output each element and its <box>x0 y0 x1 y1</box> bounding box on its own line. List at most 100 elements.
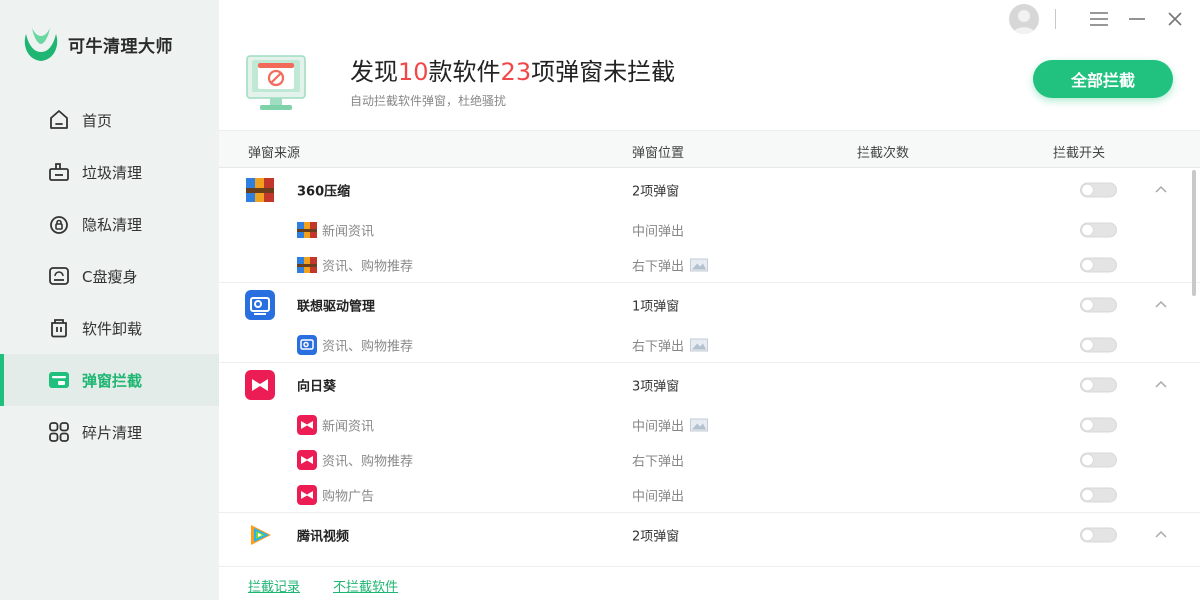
archive-icon <box>297 220 317 240</box>
sidebar-item-label: C盘瘦身 <box>82 267 138 286</box>
table-row: 购物广告 中间弹出 <box>219 477 1200 512</box>
sidebar-item-label: 弹窗拦截 <box>82 371 143 390</box>
block-toggle[interactable] <box>1080 337 1117 352</box>
no-block-software-link[interactable]: 不拦截软件 <box>333 576 398 595</box>
image-preview-icon[interactable] <box>690 418 709 431</box>
popup-name: 购物广告 <box>322 489 375 504</box>
popup-name: 新闻资讯 <box>322 224 375 239</box>
app-name: 向日葵 <box>297 379 337 395</box>
popup-name: 资讯、购物推荐 <box>322 454 414 469</box>
sidebar-nav: 首页 垃圾清理 隐私清理 C盘瘦身 软件卸载 弹窗拦截 碎片清理 <box>0 94 219 458</box>
popup-name: 资讯、购物推荐 <box>322 339 414 354</box>
driver-icon <box>245 290 275 320</box>
page-header: 发现10款软件23项弹窗未拦截 自动拦截软件弹窗，杜绝骚扰 全部拦截 <box>246 50 1186 120</box>
block-toggle[interactable] <box>1080 452 1117 467</box>
sidebar-item-label: 碎片清理 <box>82 423 143 442</box>
sidebar-item-label: 首页 <box>82 111 113 130</box>
lock-icon <box>46 211 72 237</box>
table-row: 新闻资讯 中间弹出 <box>219 212 1200 247</box>
window-controls <box>1009 4 1186 34</box>
column-header-position: 弹窗位置 <box>632 146 685 161</box>
table-row: 新闻资讯 中间弹出 <box>219 407 1200 442</box>
column-header-count: 拦截次数 <box>857 146 910 161</box>
table-group: 腾讯视频 2项弹窗 <box>219 513 1200 557</box>
chevron-up-icon[interactable] <box>1154 183 1168 197</box>
table-row: 360压缩 2项弹窗 <box>219 168 1200 212</box>
page-title: 发现10款软件23项弹窗未拦截 <box>350 52 675 87</box>
table-row: 资讯、购物推荐 右下弹出 <box>219 442 1200 477</box>
sidebar-item-label: 隐私清理 <box>82 215 143 234</box>
app-logo: 可牛清理大师 <box>20 24 173 64</box>
table-row: 联想驱动管理 1项弹窗 <box>219 283 1200 327</box>
block-toggle[interactable] <box>1080 257 1117 272</box>
headline-prefix: 发现 <box>350 58 398 86</box>
popup-name: 资讯、购物推荐 <box>322 259 414 274</box>
minimize-icon[interactable] <box>1126 8 1148 30</box>
block-all-button[interactable]: 全部拦截 <box>1033 60 1173 98</box>
page-subtitle: 自动拦截软件弹窗，杜绝骚扰 <box>350 94 507 108</box>
table-group: 向日葵 3项弹窗 新闻资讯 中间弹出 资讯、购物推荐 右下弹出 购物广告 中间弹… <box>219 363 1200 513</box>
chevron-up-icon[interactable] <box>1154 528 1168 542</box>
monitor-popup-icon <box>246 54 308 112</box>
column-header-switch: 拦截开关 <box>1053 146 1106 161</box>
sunflower-icon <box>245 370 275 400</box>
divider <box>1055 9 1056 29</box>
trash-bag-icon <box>46 159 72 185</box>
image-preview-icon[interactable] <box>690 338 709 351</box>
block-toggle[interactable] <box>1080 377 1117 393</box>
sidebar-item-c-drive-slim[interactable]: C盘瘦身 <box>0 250 219 302</box>
driver-icon <box>297 334 317 355</box>
block-log-link[interactable]: 拦截记录 <box>248 576 300 595</box>
app-title: 可牛清理大师 <box>68 36 173 57</box>
archive-icon <box>245 175 275 205</box>
chevron-up-icon[interactable] <box>1154 378 1168 392</box>
home-icon <box>46 107 72 133</box>
popup-summary: 2项弹窗 <box>632 184 680 200</box>
block-toggle[interactable] <box>1080 527 1117 543</box>
logo-icon <box>20 24 62 64</box>
scrollbar[interactable] <box>1192 170 1196 296</box>
block-toggle[interactable] <box>1080 487 1117 502</box>
uninstall-icon <box>46 315 72 341</box>
sidebar-item-uninstall[interactable]: 软件卸载 <box>0 302 219 354</box>
popup-summary: 3项弹窗 <box>632 379 680 395</box>
headline-middle: 款软件 <box>428 58 501 86</box>
app-name: 腾讯视频 <box>297 529 350 545</box>
block-toggle[interactable] <box>1080 297 1117 313</box>
video-icon <box>245 520 275 550</box>
popup-position: 右下弹出 <box>632 255 709 274</box>
sunflower-icon <box>297 484 317 505</box>
sidebar-item-defrag[interactable]: 碎片清理 <box>0 406 219 458</box>
popup-position: 中间弹出 <box>632 415 709 434</box>
app-name: 联想驱动管理 <box>297 299 376 315</box>
table-header: 弹窗来源 弹窗位置 拦截次数 拦截开关 <box>219 130 1200 168</box>
table-row: 腾讯视频 2项弹窗 <box>219 513 1200 557</box>
sunflower-icon <box>297 449 317 470</box>
sidebar-item-popup-block[interactable]: 弹窗拦截 <box>0 354 219 406</box>
close-icon[interactable] <box>1164 8 1186 30</box>
popup-position: 右下弹出 <box>632 454 685 469</box>
sidebar-item-label: 软件卸载 <box>82 319 143 338</box>
block-toggle[interactable] <box>1080 417 1117 432</box>
popup-icon <box>46 367 72 393</box>
footer: 拦截记录 不拦截软件 <box>219 566 1200 600</box>
sidebar-item-privacy-clean[interactable]: 隐私清理 <box>0 198 219 250</box>
avatar[interactable] <box>1009 4 1039 34</box>
chevron-up-icon[interactable] <box>1154 298 1168 312</box>
popup-table: 360压缩 2项弹窗 新闻资讯 中间弹出 资讯、购物推荐 右下弹出 联想驱动管理… <box>219 168 1200 566</box>
sidebar-item-home[interactable]: 首页 <box>0 94 219 146</box>
sidebar-item-junk-clean[interactable]: 垃圾清理 <box>0 146 219 198</box>
sidebar: 可牛清理大师 首页 垃圾清理 隐私清理 C盘瘦身 软件卸载 弹窗拦截 碎片清理 <box>0 0 219 600</box>
popup-summary: 1项弹窗 <box>632 299 680 315</box>
table-row: 向日葵 3项弹窗 <box>219 363 1200 407</box>
image-preview-icon[interactable] <box>690 258 709 271</box>
popup-position: 中间弹出 <box>632 224 685 239</box>
grid-icon <box>46 419 72 445</box>
block-toggle[interactable] <box>1080 222 1117 237</box>
menu-icon[interactable] <box>1088 8 1110 30</box>
block-toggle[interactable] <box>1080 182 1117 198</box>
popup-name: 新闻资讯 <box>322 419 375 434</box>
popup-summary: 2项弹窗 <box>632 529 680 545</box>
app-name: 360压缩 <box>297 184 351 200</box>
column-header-source: 弹窗来源 <box>248 146 301 161</box>
